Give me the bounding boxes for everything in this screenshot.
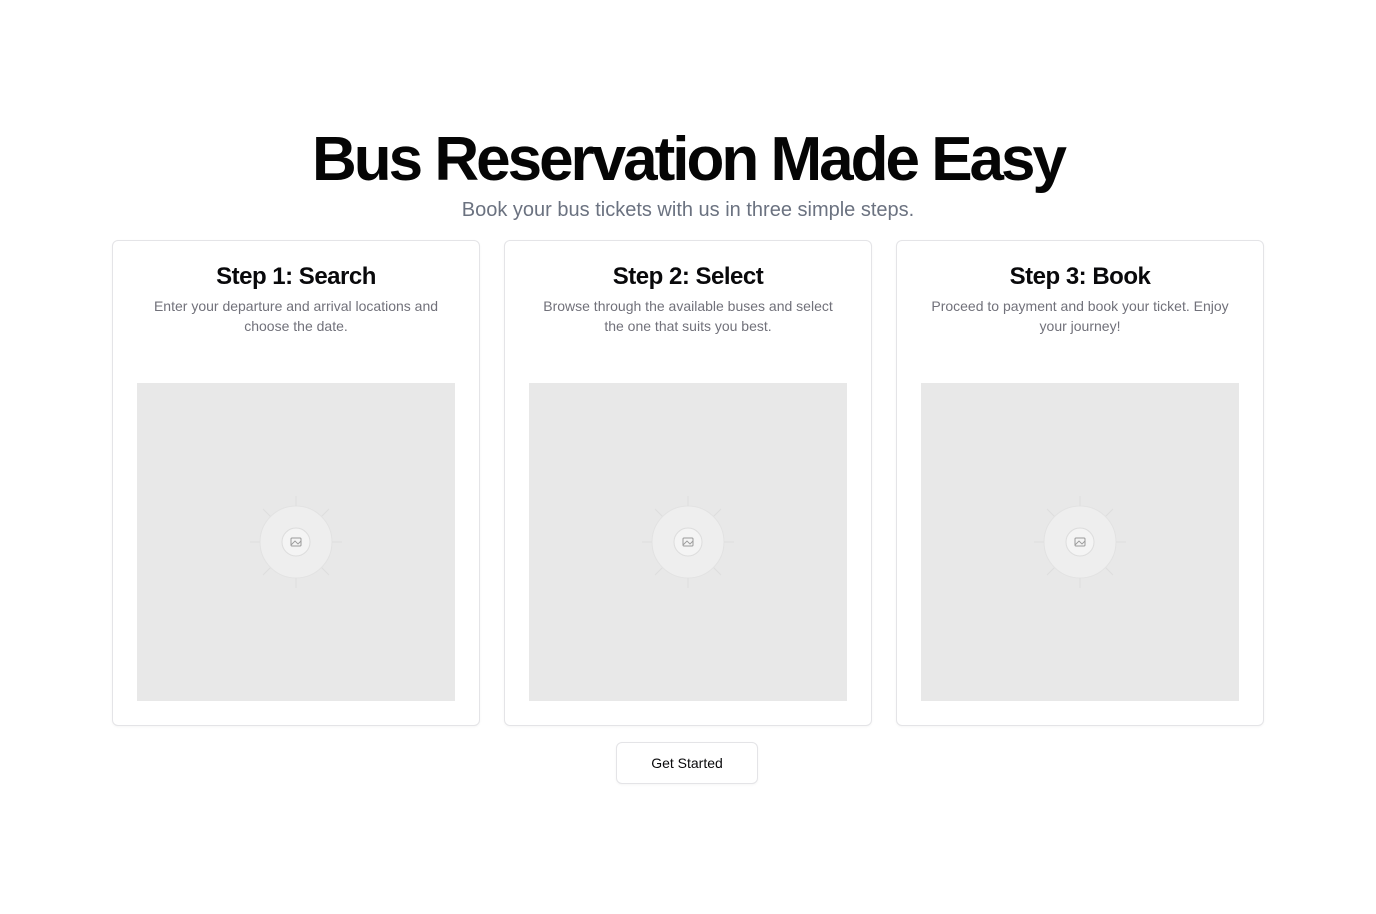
step-image (137, 383, 455, 701)
step-card-select: Step 2: Select Browse through the availa… (504, 240, 872, 726)
step-title: Step 3: Book (1009, 263, 1151, 290)
step-title: Step 2: Select (612, 263, 764, 290)
image-placeholder-icon (250, 496, 342, 588)
step-image (529, 383, 847, 701)
page-subtitle: Book your bus tickets with us in three s… (461, 199, 915, 221)
step-title: Step 1: Search (216, 263, 376, 290)
step-card-search: Step 1: Search Enter your departure and … (112, 240, 480, 726)
image-placeholder-icon (1034, 496, 1126, 588)
steps-grid: Step 1: Search Enter your departure and … (112, 240, 1264, 726)
get-started-button[interactable]: Get Started (616, 742, 758, 784)
hero-section: Bus Reservation Made Easy Book your bus … (0, 0, 1376, 914)
step-description: Proceed to payment and book your ticket.… (931, 298, 1229, 334)
page-title: Bus Reservation Made Easy (311, 125, 1067, 194)
image-placeholder-icon (642, 496, 734, 588)
step-card-book: Step 3: Book Proceed to payment and book… (896, 240, 1264, 726)
step-description: Enter your departure and arrival locatio… (153, 298, 439, 334)
step-image (921, 383, 1239, 701)
step-description: Browse through the available buses and s… (543, 298, 833, 334)
